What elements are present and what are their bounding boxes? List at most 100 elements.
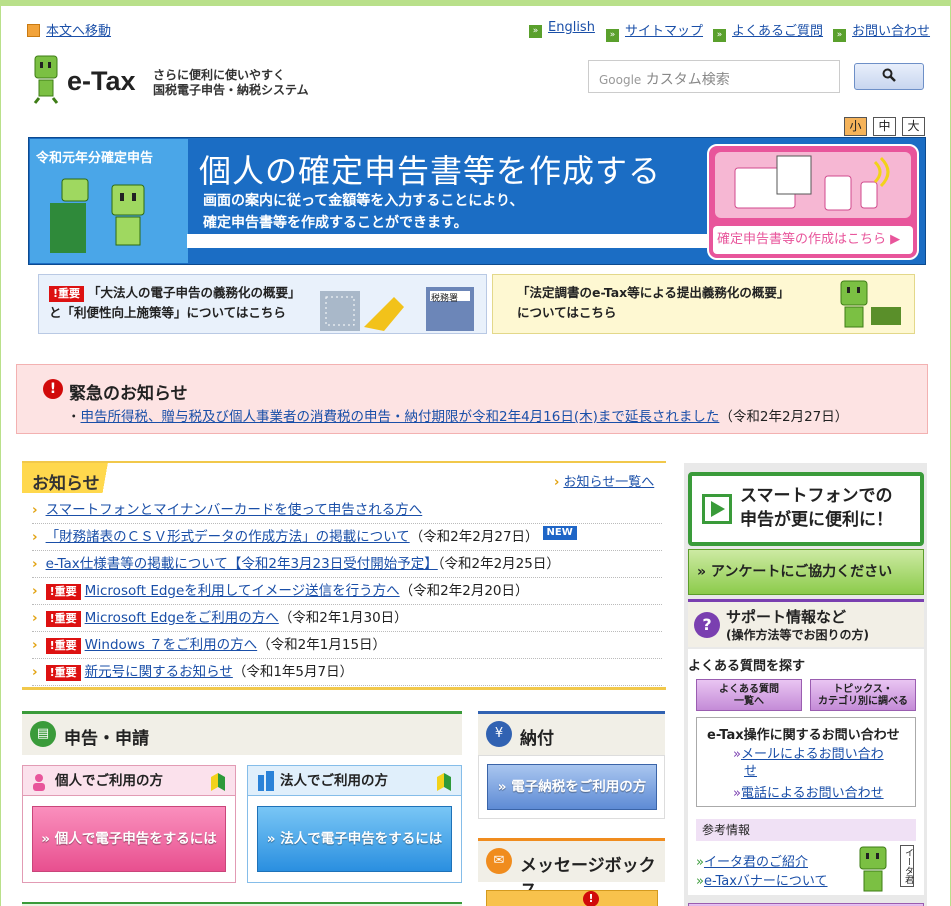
hero-title: 個人の確定申告書等を作成する [199, 152, 662, 190]
double-chevron-icon: » [733, 786, 741, 801]
news-item-link[interactable]: Microsoft Edgeを利用してイメージ送信を行う方へ [85, 583, 400, 599]
news-section: お知らせ › お知らせ一覧へ › スマートフォンとマイナンバーカードを使って申告さ… [22, 461, 666, 691]
emergency-notice: ! 緊急のお知らせ ・申告所得税、贈与税及び個人事業者の消費税の申告・納付期限が… [16, 364, 928, 434]
news-title: お知らせ [32, 474, 100, 494]
news-item: › !重要 Windows ７をご利用の方へ（令和2年1月15日） [32, 632, 662, 659]
chevron-right-icon: » [833, 29, 846, 42]
news-item: › スマートフォンとマイナンバーカードを使って申告される方へ [32, 497, 662, 524]
mascot-illustration-icon [50, 178, 145, 253]
font-size-large-button[interactable]: 大 [902, 117, 925, 136]
new-badge: NEW [542, 526, 577, 540]
skip-to-content-link[interactable]: 本文へ移動 [27, 20, 111, 39]
news-item: › !重要 新元号に関するお知らせ（令和1年5月7日） [32, 659, 662, 686]
news-item-link[interactable]: 新元号に関するお知らせ [85, 664, 233, 680]
double-chevron-icon: » [497, 779, 512, 795]
payment-panel: » 電子納税をご利用の方 [478, 755, 665, 819]
office-building-icon [320, 287, 474, 331]
corporate-user-heading: 法人でご利用の方 [248, 766, 461, 796]
document-icon: ▤ [30, 721, 56, 747]
tax-office-label: 税務署 [431, 294, 459, 304]
faq-topics-button[interactable]: トピックス・ カテゴリ別に調べる [810, 679, 916, 711]
news-item-date: （令和2年1月15日） [257, 637, 387, 653]
chevron-right-icon: › [32, 502, 38, 518]
eta-kun-mascot-icon [859, 846, 887, 892]
mascot-laptop-icon [840, 280, 901, 328]
eta-kun-label: イータ君 [900, 845, 914, 887]
news-item-link[interactable]: Microsoft Edgeをご利用の方へ [85, 610, 279, 626]
hero-badge-panel: 令和元年分確定申告 [30, 139, 188, 263]
news-tab: お知らせ [22, 463, 124, 494]
font-size-medium-button[interactable]: 中 [873, 117, 896, 136]
hero-badge-label: 令和元年分確定申告 [36, 151, 154, 166]
mail-contact-link[interactable]: »メールによるお問い合わせ [733, 746, 884, 780]
chevron-right-icon: » [529, 25, 542, 38]
chevron-right-icon: » [713, 29, 726, 42]
contact-heading: e-Tax操作に関するお問い合わせ [707, 728, 900, 743]
double-chevron-icon: » [266, 831, 281, 847]
survey-button[interactable]: » アンケートにご協力ください [688, 549, 924, 595]
alert-icon: ! [583, 891, 599, 906]
faq-link[interactable]: » よくあるご質問 [713, 20, 823, 42]
news-item-link[interactable]: 「財務諸表のＣＳＶ形式データの作成方法」の掲載について [46, 529, 410, 545]
etax-banner-link[interactable]: »e-Taxバナーについて [696, 870, 828, 889]
mandatory-e-filing-banner[interactable]: !重要 「大法人の電子申告の義務化の概要」 と「利便性向上施策等」についてはこちら… [38, 274, 487, 334]
search-button[interactable] [854, 63, 924, 90]
search-input[interactable]: Google カスタム検索 [588, 60, 840, 93]
chevron-right-icon: › [32, 583, 38, 599]
news-item-link[interactable]: Windows ７をご利用の方へ [85, 637, 258, 653]
news-item-link[interactable]: e-Tax仕様書等の掲載について【令和2年3月23日受付開始予定】 [46, 556, 438, 572]
corporate-e-filing-button[interactable]: » 法人で電子申告をするには [257, 806, 452, 872]
logo-wordmark: e-Tax [67, 66, 136, 96]
e-payment-button[interactable]: » 電子納税をご利用の方 [487, 764, 657, 810]
legal-records-banner[interactable]: 「法定調書のe-Tax等による提出義務化の概要」 についてはこちら [492, 274, 915, 334]
english-link[interactable]: » English [529, 20, 595, 38]
important-badge: !重要 [45, 584, 81, 600]
next-section-top [22, 902, 462, 906]
apply-section-title: 申告・申請 [64, 729, 149, 749]
news-item: › e-Tax仕様書等の掲載について【令和2年3月23日受付開始予定】（令和2年2… [32, 551, 662, 578]
beginner-mark-icon [211, 772, 225, 802]
double-chevron-icon: » [697, 564, 711, 580]
contact-link[interactable]: » お問い合わせ [833, 20, 930, 42]
personal-user-heading: 個人でご利用の方 [23, 766, 235, 796]
font-size-small-button[interactable]: 小 [844, 117, 867, 136]
news-item-date: （令和1年5月7日） [232, 664, 354, 680]
apply-section-header: ▤ 申告・申請 [22, 711, 462, 755]
arrow-down-icon [27, 24, 40, 37]
sitemap-link[interactable]: » サイトマップ [606, 20, 703, 42]
beginner-mark-icon [437, 772, 451, 802]
message-box-button[interactable]: ! [486, 890, 658, 906]
chevron-right-icon: › [554, 475, 560, 490]
corporate-user-panel: 法人でご利用の方 » 法人で電子申告をするには [247, 765, 462, 883]
news-bottom-rule [22, 687, 666, 690]
support-body: よくある質問を探す よくある質問 一覧へ トピックス・ カテゴリ別に調べる e-Ta… [688, 649, 924, 895]
building-icon [256, 771, 276, 802]
question-icon: ? [694, 612, 720, 638]
smartphone-banner[interactable]: スマートフォンでの 申告が更に便利に！ [688, 472, 924, 546]
double-chevron-icon: » [733, 747, 741, 762]
news-item-link[interactable]: スマートフォンとマイナンバーカードを使って申告される方へ [46, 502, 423, 518]
faq-list-button[interactable]: よくある質問 一覧へ [696, 679, 802, 711]
envelope-icon: ✉ [486, 848, 512, 874]
create-return-button[interactable]: 確定申告書等の作成はこちら ▶ [713, 226, 913, 254]
play-icon [702, 494, 732, 524]
hero-divider [187, 234, 707, 248]
double-chevron-icon: » [41, 831, 55, 847]
alert-icon: ! [43, 379, 63, 399]
hero-cta-panel[interactable]: 確定申告書等の作成はこちら ▶ [707, 144, 919, 260]
faq-heading: よくある質問を探す [688, 659, 806, 674]
emergency-link[interactable]: 申告所得税、贈与税及び個人事業者の消費税の申告・納付期限が令和2年4月16日(木… [81, 409, 720, 425]
banner-text: !重要 「大法人の電子申告の義務化の概要」 と「利便性向上施策等」についてはこちら [49, 285, 301, 320]
emergency-item: ・申告所得税、贈与税及び個人事業者の消費税の申告・納付期限が令和2年4月16日(… [67, 409, 849, 425]
contact-box: e-Tax操作に関するお問い合わせ »メールによるお問い合わせ »電話によるお問… [696, 717, 916, 807]
news-item-date: （令和2年1月30日） [278, 610, 408, 626]
chevron-right-icon: › [32, 664, 38, 680]
hero-banner[interactable]: 令和元年分確定申告 個人の確定申告書等を作成する 画面の案内に従って金額等を入力… [28, 137, 926, 265]
eta-intro-link[interactable]: »イータ君のご紹介 [696, 851, 808, 870]
news-all-link[interactable]: › お知らせ一覧へ [554, 471, 654, 490]
phone-contact-link[interactable]: »電話によるお問い合わせ [733, 782, 884, 801]
support-title: サポート情報など [726, 608, 847, 626]
support-header: ? サポート情報など (操作方法等でお困りの方) [688, 599, 924, 647]
personal-e-filing-button[interactable]: » 個人で電子申告をするには [32, 806, 226, 872]
double-chevron-icon: » [696, 874, 704, 889]
